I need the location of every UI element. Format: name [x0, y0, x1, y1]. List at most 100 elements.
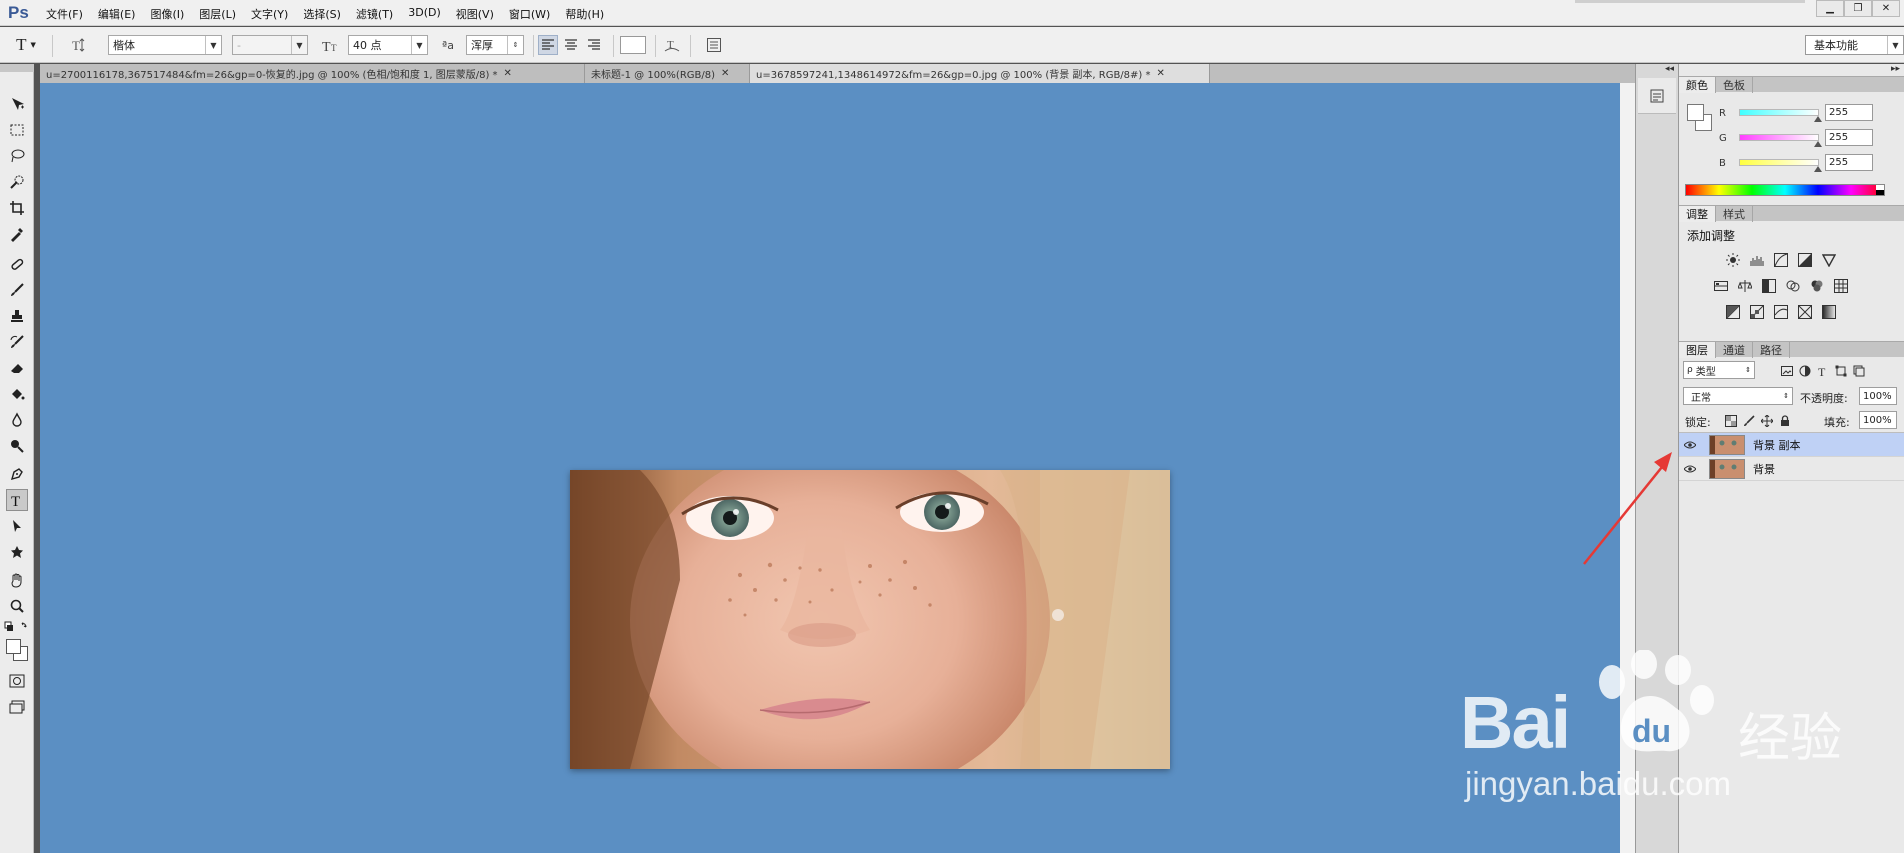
curves-icon[interactable]: [1773, 252, 1789, 268]
vertical-scrollbar[interactable]: [1620, 83, 1635, 853]
invert-icon[interactable]: [1725, 304, 1741, 320]
doc-tab-3[interactable]: u=3678597241,1348614972&fm=26&gp=0.jpg @…: [750, 64, 1210, 83]
slider-thumb[interactable]: [1814, 116, 1822, 122]
exposure-icon[interactable]: [1797, 252, 1813, 268]
move-tool[interactable]: [6, 93, 28, 115]
align-center-button[interactable]: [561, 35, 581, 55]
selective-color-icon[interactable]: [1797, 304, 1813, 320]
doc-tab-1[interactable]: u=2700116178,367517484&fm=26&gp=0-恢复的.jp…: [40, 64, 585, 83]
menu-edit[interactable]: 编辑(E): [98, 6, 136, 22]
restore-button[interactable]: ❐: [1844, 0, 1872, 17]
clone-stamp-tool[interactable]: [6, 305, 28, 327]
font-family-select[interactable]: 楷体 ▼: [108, 35, 222, 55]
dodge-tool[interactable]: [6, 435, 28, 457]
eyedropper-tool[interactable]: [6, 223, 28, 245]
color-lookup-icon[interactable]: [1833, 278, 1849, 294]
menu-window[interactable]: 窗口(W): [509, 6, 550, 22]
path-select-tool[interactable]: [6, 515, 28, 537]
photo-filter-icon[interactable]: [1785, 278, 1801, 294]
align-right-button[interactable]: [584, 35, 604, 55]
layer-row-background[interactable]: 背景: [1679, 457, 1904, 481]
tab-paths[interactable]: 路径: [1753, 342, 1790, 358]
lock-position-icon[interactable]: [1759, 413, 1775, 429]
color-spectrum-bar[interactable]: [1685, 184, 1885, 196]
tool-preset-picker[interactable]: T ▼: [8, 34, 44, 56]
workspace-select[interactable]: 基本功能 ▼: [1805, 35, 1904, 55]
blur-tool[interactable]: [6, 409, 28, 431]
doc-tab-2[interactable]: 未标题-1 @ 100%(RGB/8) ✕: [585, 64, 750, 83]
anti-alias-select[interactable]: 浑厚 ⇕: [466, 35, 524, 55]
marquee-tool[interactable]: [6, 119, 28, 141]
paint-bucket-tool[interactable]: [6, 383, 28, 405]
pen-tool[interactable]: [6, 463, 28, 485]
fill-input[interactable]: 100%: [1859, 411, 1897, 429]
green-value[interactable]: 255: [1825, 129, 1873, 146]
channel-mixer-icon[interactable]: [1809, 278, 1825, 294]
collapse-arrows-icon[interactable]: ◂◂: [1665, 64, 1674, 74]
menu-layer[interactable]: 图层(L): [199, 6, 236, 22]
crop-tool[interactable]: [6, 197, 28, 219]
quick-mask-button[interactable]: [6, 670, 28, 692]
green-slider[interactable]: [1739, 134, 1822, 147]
warp-text-icon[interactable]: T: [662, 35, 682, 55]
brush-tool[interactable]: [6, 279, 28, 301]
history-panel-button[interactable]: [1638, 78, 1676, 114]
black-white-icon[interactable]: [1761, 278, 1777, 294]
menu-file[interactable]: 文件(F): [46, 6, 83, 22]
color-swatches[interactable]: [5, 638, 29, 664]
menu-view[interactable]: 视图(V): [456, 6, 494, 22]
tab-styles[interactable]: 样式: [1716, 206, 1753, 222]
minimize-button[interactable]: ▁: [1816, 0, 1844, 17]
menu-type[interactable]: 文字(Y): [251, 6, 288, 22]
color-balance-icon[interactable]: [1737, 278, 1753, 294]
gradient-map-icon[interactable]: [1821, 304, 1837, 320]
healing-brush-tool[interactable]: [6, 253, 28, 275]
document-image-freckled-girl[interactable]: [570, 470, 1170, 769]
blend-mode-select[interactable]: 正常 ⇕: [1683, 387, 1793, 405]
lock-pixels-icon[interactable]: [1741, 413, 1757, 429]
layer-row-background-copy[interactable]: 背景 副本: [1679, 433, 1904, 457]
toggle-text-orientation-icon[interactable]: T: [68, 35, 88, 55]
menu-image[interactable]: 图像(I): [150, 6, 184, 22]
visibility-eye-icon[interactable]: [1679, 465, 1701, 473]
close-icon[interactable]: ✕: [504, 68, 512, 79]
font-style-select[interactable]: - ▼: [232, 35, 308, 55]
eraser-tool[interactable]: [6, 357, 28, 379]
quick-select-tool[interactable]: [6, 171, 28, 193]
lock-all-icon[interactable]: [1777, 413, 1793, 429]
filter-pixel-icon[interactable]: [1779, 363, 1795, 379]
filter-shape-icon[interactable]: [1833, 363, 1849, 379]
close-icon[interactable]: ✕: [1157, 68, 1165, 79]
red-slider[interactable]: [1739, 109, 1822, 122]
menu-select[interactable]: 选择(S): [303, 6, 341, 22]
zoom-tool[interactable]: [6, 595, 28, 617]
slider-thumb[interactable]: [1814, 166, 1822, 172]
menu-help[interactable]: 帮助(H): [565, 6, 604, 22]
font-size-input[interactable]: 40 点 ▼: [348, 35, 428, 55]
history-brush-tool[interactable]: [6, 331, 28, 353]
red-value[interactable]: 255: [1825, 104, 1873, 121]
close-icon[interactable]: ✕: [721, 68, 729, 79]
foreground-color-swatch[interactable]: [1687, 104, 1704, 121]
layer-filter-select[interactable]: ρ 类型 ⇕: [1683, 361, 1755, 379]
levels-icon[interactable]: [1749, 252, 1765, 268]
tab-color[interactable]: 颜色: [1679, 77, 1716, 93]
layer-name[interactable]: 背景 副本: [1753, 437, 1801, 453]
screen-mode-button[interactable]: [6, 696, 28, 718]
posterize-icon[interactable]: [1749, 304, 1765, 320]
foreground-color-swatch[interactable]: [6, 639, 21, 654]
align-left-button[interactable]: [538, 35, 558, 55]
layer-name[interactable]: 背景: [1753, 461, 1775, 477]
canvas-area[interactable]: [40, 83, 1620, 853]
threshold-icon[interactable]: [1773, 304, 1789, 320]
expand-arrows-icon[interactable]: ▸▸: [1891, 64, 1900, 74]
hue-saturation-icon[interactable]: [1713, 278, 1729, 294]
blue-slider[interactable]: [1739, 159, 1822, 172]
brightness-icon[interactable]: [1725, 252, 1741, 268]
character-panel-icon[interactable]: [704, 35, 724, 55]
type-tool[interactable]: T: [6, 489, 28, 511]
text-color-swatch[interactable]: [620, 36, 646, 54]
opacity-input[interactable]: 100%: [1859, 387, 1897, 405]
tab-layers[interactable]: 图层: [1679, 342, 1716, 358]
menu-filter[interactable]: 滤镜(T): [356, 6, 393, 22]
